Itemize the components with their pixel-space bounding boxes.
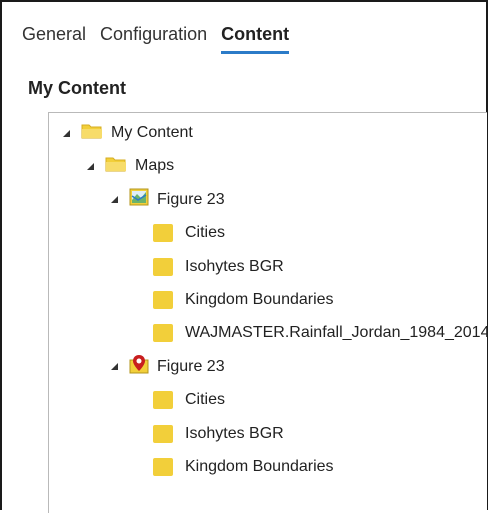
tab-bar: General Configuration Content bbox=[22, 24, 290, 54]
tree-item[interactable]: Cities bbox=[131, 219, 225, 247]
tree-item-label: WAJMASTER.Rainfall_Jordan_1984_2014 bbox=[185, 324, 488, 342]
triangle-down-icon[interactable] bbox=[59, 126, 73, 140]
tab-configuration[interactable]: Configuration bbox=[100, 24, 207, 54]
tree-item-label: Kingdom Boundaries bbox=[185, 458, 334, 475]
layer-icon bbox=[153, 324, 173, 343]
tree-item-label: Maps bbox=[135, 157, 175, 175]
tree-item[interactable]: Maps bbox=[83, 152, 174, 180]
triangle-down-icon[interactable] bbox=[83, 159, 97, 173]
tree-item-label: Figure 23 bbox=[157, 190, 225, 208]
map-pin-icon bbox=[129, 354, 149, 379]
tree-item-label: My Content bbox=[111, 124, 193, 141]
tree-item-label: Kingdom Boundaries bbox=[185, 291, 334, 308]
tree-item[interactable]: My Content bbox=[59, 119, 193, 147]
content-panel: General Configuration Content My Content… bbox=[0, 0, 488, 513]
layer-icon bbox=[153, 224, 173, 243]
layer-icon bbox=[153, 458, 173, 476]
layer-icon bbox=[153, 291, 173, 309]
folder-icon bbox=[81, 122, 103, 145]
tree-item[interactable]: Kingdom Boundaries bbox=[131, 453, 334, 481]
tree-item-label: Isohytes BGR bbox=[185, 257, 284, 275]
layer-icon bbox=[153, 257, 173, 276]
tree-item[interactable]: WAJMASTER.Rainfall_Jordan_1984_2014 bbox=[131, 319, 488, 347]
tree-item-label: Cities bbox=[185, 391, 226, 409]
folder-icon bbox=[105, 155, 127, 178]
triangle-down-icon[interactable] bbox=[107, 360, 121, 374]
tree-item-label: Cities bbox=[185, 224, 226, 242]
map-icon bbox=[129, 188, 149, 211]
tree-item[interactable]: Kingdom Boundaries bbox=[131, 286, 334, 314]
content-tree: My Content Maps Figure 23 Cities Isohytes … bbox=[48, 112, 488, 513]
tree-item[interactable]: Cities bbox=[131, 386, 225, 414]
tree-item-label: Isohytes BGR bbox=[185, 424, 284, 442]
layer-icon bbox=[153, 391, 173, 410]
triangle-down-icon[interactable] bbox=[107, 193, 121, 207]
tree-item[interactable]: Figure 23 bbox=[107, 186, 225, 214]
tree-item[interactable]: Isohytes BGR bbox=[131, 253, 284, 281]
tree-item-label: Figure 23 bbox=[157, 357, 225, 375]
section-title: My Content bbox=[28, 78, 126, 98]
tab-content[interactable]: Content bbox=[221, 24, 290, 54]
tree-item[interactable]: Figure 23 bbox=[107, 353, 225, 381]
layer-icon bbox=[153, 424, 173, 443]
tab-general[interactable]: General bbox=[22, 24, 86, 54]
tree-item[interactable]: Isohytes BGR bbox=[131, 420, 284, 448]
